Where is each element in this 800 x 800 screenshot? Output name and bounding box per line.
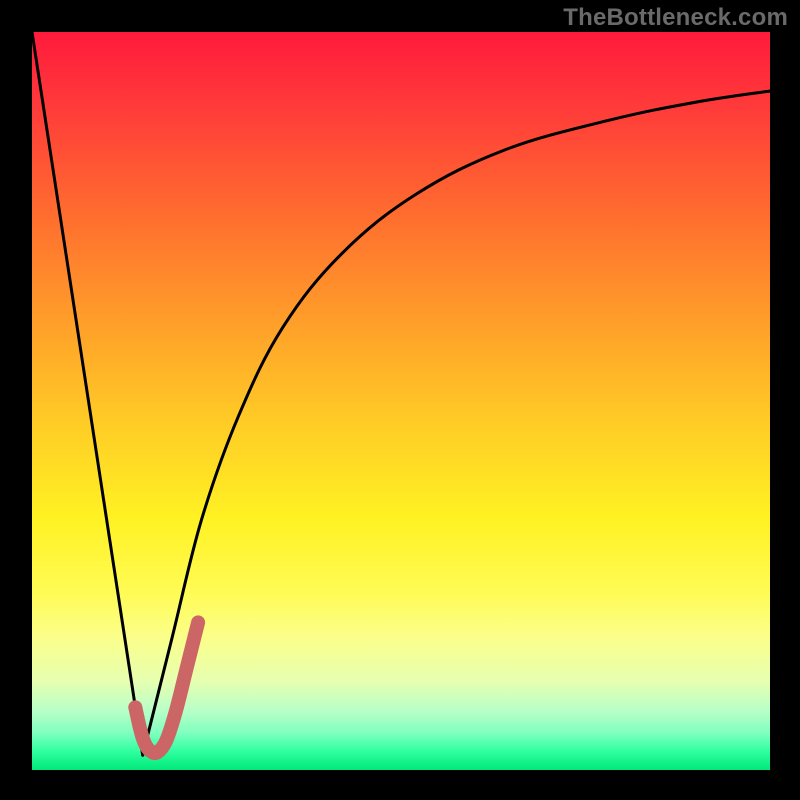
right-log-curve (143, 91, 770, 755)
left-falling-line (32, 32, 143, 755)
outer-frame: TheBottleneck.com (0, 0, 800, 800)
plot-area (32, 32, 770, 770)
watermark-text: TheBottleneck.com (563, 4, 788, 32)
accent-j-stub (135, 622, 198, 753)
chart-svg (32, 32, 770, 770)
